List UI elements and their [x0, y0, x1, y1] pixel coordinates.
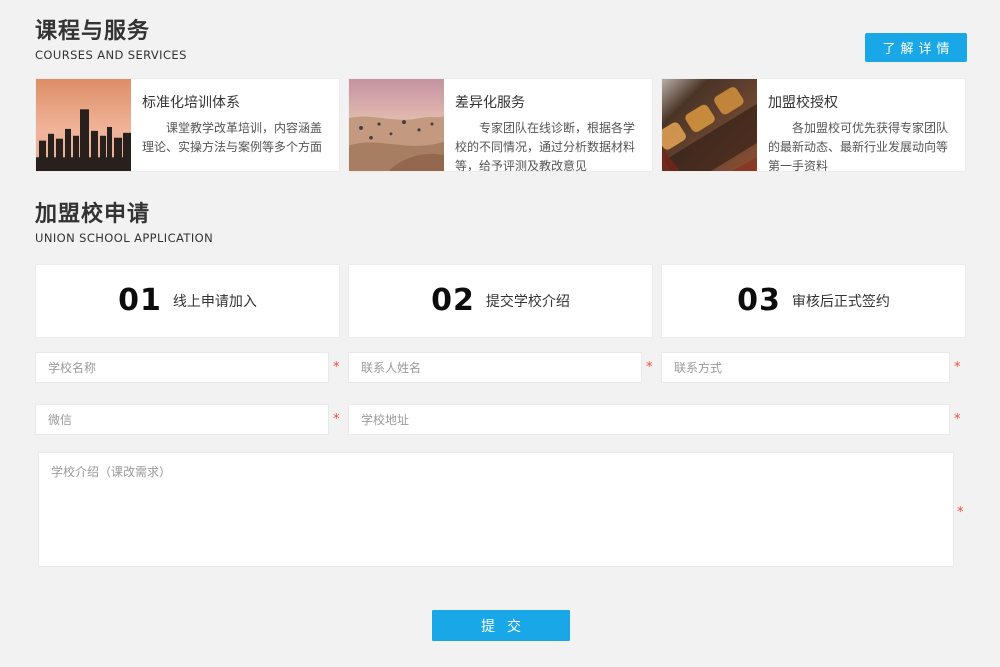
application-section-header: 加盟校申请 UNION SCHOOL APPLICATION — [35, 203, 213, 245]
step-label: 提交学校介绍 — [486, 291, 570, 311]
application-steps-row: 01 线上申请加入 02 提交学校介绍 03 审核后正式签约 — [35, 264, 967, 338]
application-title: 加盟校申请 — [35, 203, 213, 227]
service-desc: 课堂教学改革培训，内容涵盖理论、实操方法与案例等多个方面 — [142, 119, 327, 157]
service-card-training: 标准化培训体系 课堂教学改革培训，内容涵盖理论、实操方法与案例等多个方面 — [35, 78, 340, 172]
submit-button[interactable]: 提交 — [432, 610, 570, 641]
city-skyline-image — [36, 79, 131, 171]
service-title: 标准化培训体系 — [142, 92, 327, 112]
step-card-2: 02 提交学校介绍 — [348, 264, 653, 338]
step-card-1: 01 线上申请加入 — [35, 264, 340, 338]
school-address-cell: * — [348, 404, 962, 435]
school-intro-textarea[interactable] — [38, 452, 954, 567]
application-subtitle: UNION SCHOOL APPLICATION — [35, 231, 213, 245]
contact-name-cell: * — [348, 352, 654, 383]
film-strip-image — [662, 79, 757, 171]
wechat-cell: * — [35, 404, 341, 435]
required-marker: * — [333, 352, 341, 383]
step-label: 线上申请加入 — [173, 291, 257, 311]
required-marker: * — [954, 352, 962, 383]
service-desc: 专家团队在线诊断，根据各学校的不同情况，通过分析数据材料等，给予评测及教改意见 — [455, 119, 640, 172]
service-desc: 各加盟校可优先获得专家团队的最新动态、最新行业发展动向等第一手资料 — [768, 119, 953, 172]
contact-name-input[interactable] — [348, 352, 642, 383]
required-marker: * — [954, 404, 962, 435]
step-number: 02 — [431, 286, 475, 316]
step-card-3: 03 审核后正式签约 — [661, 264, 966, 338]
school-address-input[interactable] — [348, 404, 950, 435]
required-marker: * — [333, 404, 341, 435]
step-number: 03 — [737, 286, 781, 316]
wechat-input[interactable] — [35, 404, 329, 435]
required-marker: * — [957, 505, 964, 520]
services-section-header: 课程与服务 COURSES AND SERVICES — [35, 20, 187, 62]
contact-info-input[interactable] — [661, 352, 950, 383]
service-cards-row: 标准化培训体系 课堂教学改革培训，内容涵盖理论、实操方法与案例等多个方面 — [35, 78, 967, 172]
service-title: 差异化服务 — [455, 92, 640, 112]
service-card-authorization: 加盟校授权 各加盟校可优先获得专家团队的最新动态、最新行业发展动向等第一手资料 — [661, 78, 966, 172]
desert-dusk-image — [349, 79, 444, 171]
services-title: 课程与服务 — [35, 20, 187, 44]
school-name-input[interactable] — [35, 352, 329, 383]
required-marker: * — [646, 352, 654, 383]
step-label: 审核后正式签约 — [792, 291, 890, 311]
school-name-cell: * — [35, 352, 341, 383]
contact-info-cell: * — [661, 352, 962, 383]
services-subtitle: COURSES AND SERVICES — [35, 48, 187, 62]
step-number: 01 — [118, 286, 162, 316]
service-card-differentiated: 差异化服务 专家团队在线诊断，根据各学校的不同情况，通过分析数据材料等，给予评测… — [348, 78, 653, 172]
learn-more-button[interactable]: 了解详情 — [865, 33, 967, 62]
service-title: 加盟校授权 — [768, 92, 953, 112]
